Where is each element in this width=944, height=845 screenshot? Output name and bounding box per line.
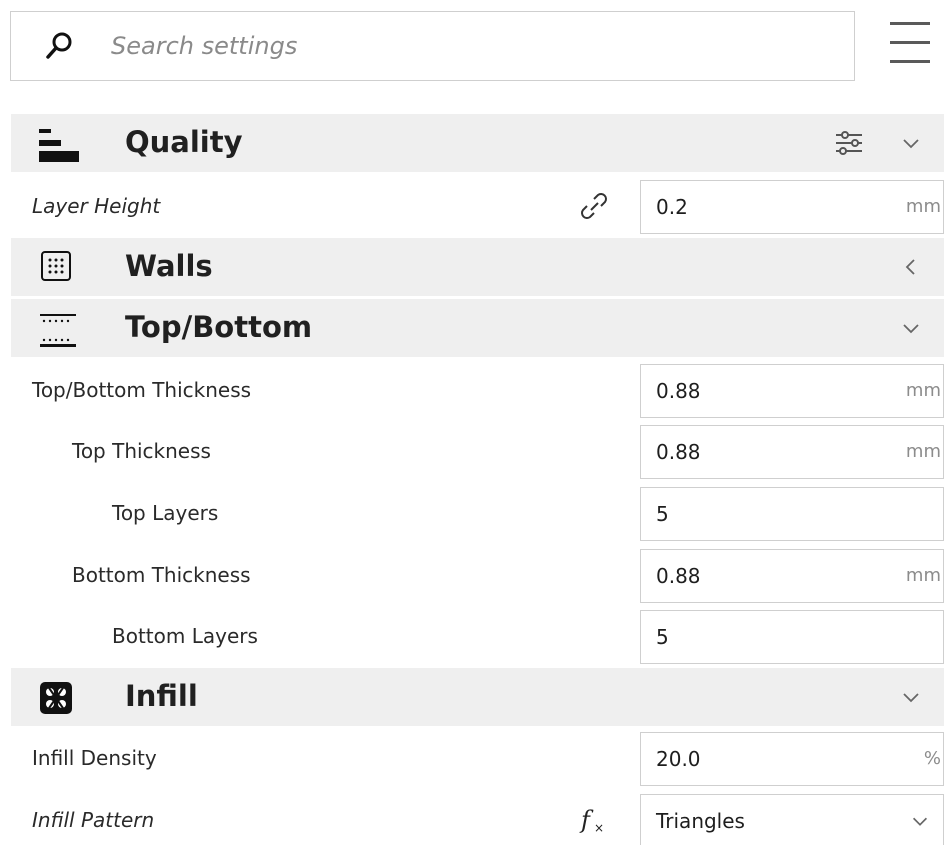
setting-value: 20.0 bbox=[656, 747, 701, 771]
top-bottom-thickness-field[interactable]: 0.88 mm bbox=[640, 364, 944, 418]
chevron-down-icon[interactable] bbox=[909, 810, 931, 832]
infill-pattern-dropdown[interactable]: Triangles bbox=[640, 794, 944, 845]
top-thickness-field[interactable]: 0.88 mm bbox=[640, 425, 944, 479]
setting-top-thickness: Top Thickness 0.88 mm bbox=[11, 422, 944, 480]
category-title: Walls bbox=[125, 249, 213, 283]
setting-bottom-thickness: Bottom Thickness 0.88 mm bbox=[11, 546, 944, 604]
setting-value: 0.2 bbox=[656, 195, 688, 219]
setting-value: 0.88 bbox=[656, 564, 701, 588]
setting-layer-height: Layer Height 0.2 mm bbox=[11, 177, 944, 235]
svg-text:×: × bbox=[594, 821, 604, 835]
setting-label: Infill Pattern bbox=[32, 808, 155, 832]
setting-label: Layer Height bbox=[32, 194, 161, 218]
category-top-bottom[interactable]: Top/Bottom bbox=[11, 299, 944, 357]
top-bottom-icon bbox=[40, 314, 76, 347]
chevron-down-icon[interactable] bbox=[899, 685, 923, 709]
category-title: Infill bbox=[125, 679, 198, 713]
search-input[interactable] bbox=[111, 26, 811, 66]
hamburger-menu-icon bbox=[890, 22, 930, 25]
chevron-down-icon[interactable] bbox=[899, 316, 923, 340]
setting-label: Top Layers bbox=[112, 501, 219, 525]
layer-height-field[interactable]: 0.2 mm bbox=[640, 180, 944, 234]
category-infill[interactable]: Infill bbox=[11, 668, 944, 726]
sliders-icon[interactable] bbox=[833, 127, 865, 159]
category-title: Quality bbox=[125, 125, 243, 159]
hamburger-menu-line bbox=[890, 60, 930, 63]
setting-value: 5 bbox=[656, 625, 669, 649]
unit-label: mm bbox=[905, 380, 941, 401]
search-icon bbox=[46, 32, 72, 59]
chevron-down-icon[interactable] bbox=[899, 131, 923, 155]
setting-label: Infill Density bbox=[32, 746, 157, 770]
unit-label: mm bbox=[905, 565, 941, 586]
setting-value: 5 bbox=[656, 502, 669, 526]
unit-label: % bbox=[923, 748, 941, 769]
unit-label: mm bbox=[905, 196, 941, 217]
link-icon[interactable] bbox=[577, 189, 611, 223]
setting-top-bottom-thickness: Top/Bottom Thickness 0.88 mm bbox=[11, 361, 944, 419]
category-quality[interactable]: Quality bbox=[11, 114, 944, 172]
quality-layers-icon bbox=[39, 129, 79, 162]
setting-label: Top/Bottom Thickness bbox=[32, 378, 252, 402]
infill-density-field[interactable]: 20.0 % bbox=[640, 732, 944, 786]
unit-label: mm bbox=[905, 441, 941, 462]
setting-value: 0.88 bbox=[656, 379, 701, 403]
menu-button[interactable] bbox=[884, 22, 934, 68]
setting-bottom-layers: Bottom Layers 5 bbox=[11, 607, 944, 665]
setting-value: 0.88 bbox=[656, 440, 701, 464]
print-settings-panel: Quality Layer Height 0.2 mm bbox=[0, 0, 944, 845]
setting-label: Top Thickness bbox=[72, 439, 211, 463]
setting-top-layers: Top Layers 5 bbox=[11, 484, 944, 542]
setting-label: Bottom Thickness bbox=[72, 563, 251, 587]
infill-pattern-icon bbox=[40, 682, 72, 714]
bottom-thickness-field[interactable]: 0.88 mm bbox=[640, 549, 944, 603]
setting-infill-pattern: Infill Pattern f × Triangles bbox=[11, 791, 944, 845]
top-layers-field[interactable]: 5 bbox=[640, 487, 944, 541]
setting-infill-density: Infill Density 20.0 % bbox=[11, 729, 944, 787]
hamburger-menu-line bbox=[890, 41, 930, 44]
chevron-left-icon[interactable] bbox=[899, 255, 923, 279]
function-icon[interactable]: f × bbox=[577, 803, 611, 837]
search-box[interactable] bbox=[10, 11, 855, 81]
category-title: Top/Bottom bbox=[125, 310, 313, 344]
walls-grid-icon bbox=[41, 251, 71, 281]
category-walls[interactable]: Walls bbox=[11, 238, 944, 296]
setting-label: Bottom Layers bbox=[112, 624, 258, 648]
svg-text:f: f bbox=[579, 806, 594, 834]
selected-option: Triangles bbox=[656, 809, 745, 833]
bottom-layers-field[interactable]: 5 bbox=[640, 610, 944, 664]
